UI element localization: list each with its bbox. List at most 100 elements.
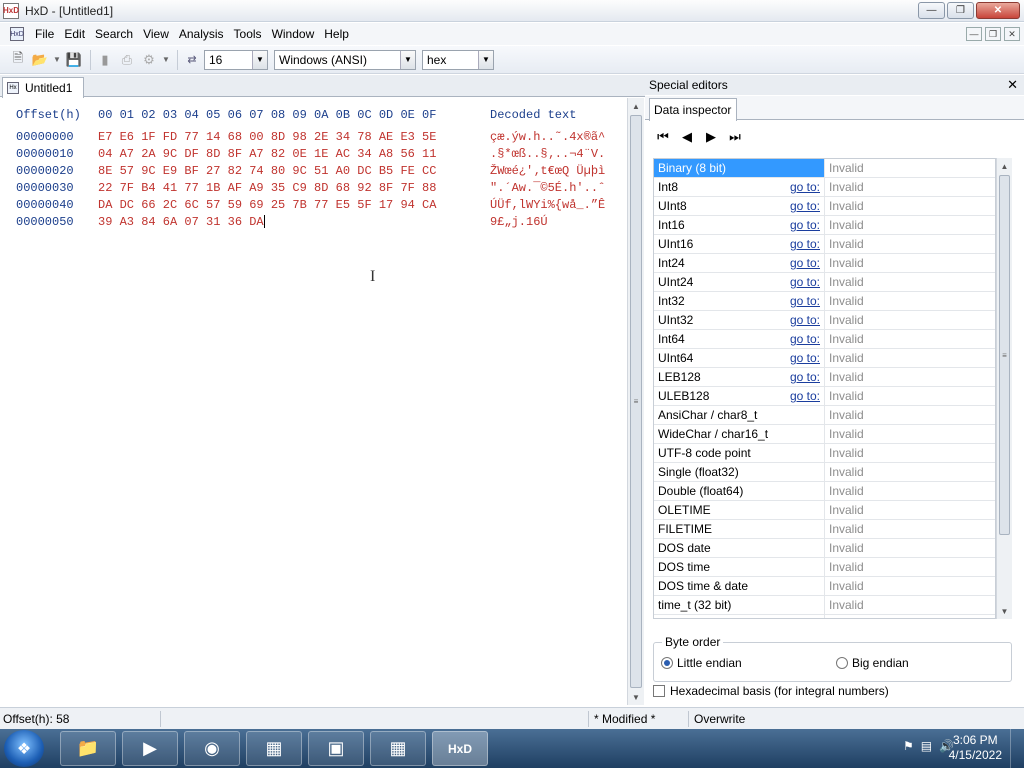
inspector-row[interactable]: AnsiChar / char8_t Invalid	[654, 406, 995, 425]
open-dropdown-icon[interactable]: ▼	[52, 50, 62, 70]
hex-row[interactable]: 00000000 E7 E6 1F FD 77 14 68 00 8D 98 2E…	[16, 130, 605, 144]
inspector-row[interactable]: Int24 go to: Invalid	[654, 254, 995, 273]
inspector-row-value[interactable]: Invalid	[825, 387, 864, 405]
row-text[interactable]: ".´Aw.¯©5É.h'..ˆ	[490, 181, 605, 195]
inspector-row-value[interactable]: Invalid	[825, 254, 864, 272]
clock[interactable]: 3:06 PM 4/15/2022	[949, 733, 1002, 763]
row-bytes[interactable]: 04 A7 2A 9C DF 8D 8F A7 82 0E 1E AC 34 A…	[98, 147, 436, 161]
hex-row[interactable]: 00000030 22 7F B4 41 77 1B AF A9 35 C9 8D…	[16, 181, 605, 195]
inspector-row[interactable]: DOS date Invalid	[654, 539, 995, 558]
next-icon[interactable]: ▶	[703, 129, 719, 145]
menu-view[interactable]: View	[138, 23, 174, 45]
goto-link[interactable]: go to:	[790, 273, 820, 291]
row-bytes[interactable]: 39 A3 84 6A 07 31 36 DA	[98, 215, 265, 229]
inspector-row-value[interactable]: Invalid	[825, 425, 864, 443]
inspector-row[interactable]: UInt24 go to: Invalid	[654, 273, 995, 292]
inspector-row-value[interactable]: Invalid	[825, 444, 864, 462]
inspector-row[interactable]: UInt8 go to: Invalid	[654, 197, 995, 216]
bytes-per-row-select[interactable]: 16 ▼	[204, 49, 268, 70]
inspector-row[interactable]: DOS time Invalid	[654, 558, 995, 577]
inspector-row-value[interactable]: Invalid	[825, 406, 864, 424]
scroll-up-icon[interactable]: ▲	[628, 98, 644, 114]
hex-row[interactable]: 00000050 39 A3 84 6A 07 31 36 DA 9£„j.16Ú	[16, 215, 548, 229]
minimize-button[interactable]: —	[918, 2, 945, 19]
mdi-minimize-button[interactable]: —	[966, 27, 982, 41]
hex-row[interactable]: 00000010 04 A7 2A 9C DF 8D 8F A7 82 0E 1E…	[16, 147, 605, 161]
inspector-row[interactable]: time_t (64 bit) Invalid	[654, 615, 995, 618]
close-button[interactable]: ✕	[976, 2, 1020, 19]
menu-search[interactable]: Search	[90, 23, 138, 45]
inspector-row[interactable]: UInt16 go to: Invalid	[654, 235, 995, 254]
previous-icon[interactable]: ◀	[679, 129, 695, 145]
inspector-row[interactable]: Int64 go to: Invalid	[654, 330, 995, 349]
goto-link[interactable]: go to:	[790, 387, 820, 405]
status-mode[interactable]: Overwrite	[694, 712, 745, 726]
mdi-close-button[interactable]: ✕	[1004, 27, 1020, 41]
inspector-row[interactable]: Double (float64) Invalid	[654, 482, 995, 501]
inspector-row-value[interactable]: Invalid	[825, 577, 864, 595]
inspector-row-value[interactable]: Invalid	[825, 235, 864, 253]
row-bytes[interactable]: 22 7F B4 41 77 1B AF A9 35 C9 8D 68 92 8…	[98, 181, 436, 195]
inspector-row-value[interactable]: Invalid	[825, 178, 864, 196]
inspector-row-value[interactable]: Invalid	[825, 615, 864, 618]
inspector-row-value[interactable]: Invalid	[825, 216, 864, 234]
inspector-row[interactable]: ULEB128 go to: Invalid	[654, 387, 995, 406]
inspector-row[interactable]: Binary (8 bit) Invalid	[654, 159, 995, 178]
inspector-row[interactable]: time_t (32 bit) Invalid	[654, 596, 995, 615]
print-icon[interactable]: ⎙	[117, 50, 137, 70]
first-icon[interactable]: ⏮	[655, 129, 671, 145]
network-icon[interactable]: ▤	[921, 739, 932, 753]
row-text[interactable]: 9£„j.16Ú	[490, 215, 548, 229]
row-bytes[interactable]: E7 E6 1F FD 77 14 68 00 8D 98 2E 34 78 A…	[98, 130, 436, 144]
hex-editor[interactable]: Offset(h) 00 01 02 03 04 05 06 07 08 09 0…	[0, 98, 627, 705]
charset-select[interactable]: Windows (ANSI) ▼	[274, 49, 416, 70]
goto-link[interactable]: go to:	[790, 349, 820, 367]
hex-vertical-scrollbar[interactable]: ▲ ≡ ▼	[627, 98, 644, 705]
inspector-row[interactable]: FILETIME Invalid	[654, 520, 995, 539]
open-file-icon[interactable]: 📂	[30, 50, 50, 70]
inspector-row[interactable]: UInt64 go to: Invalid	[654, 349, 995, 368]
inspector-row[interactable]: Int16 go to: Invalid	[654, 216, 995, 235]
properties-icon[interactable]: ⚙	[139, 50, 159, 70]
inspector-row-value[interactable]: Invalid	[825, 311, 864, 329]
goto-link[interactable]: go to:	[790, 235, 820, 253]
data-inspector-grid[interactable]: Binary (8 bit) Invalid Int8 go to: Invalid UI…	[653, 158, 996, 619]
row-text[interactable]: ÚÜf,lWYi%{wå_.”Ê	[490, 198, 605, 212]
inspector-row-value[interactable]: Invalid	[825, 368, 864, 386]
chevron-down-icon[interactable]: ▼	[400, 50, 415, 69]
display-mode-select[interactable]: hex ▼	[422, 49, 494, 70]
goto-link[interactable]: go to:	[790, 178, 820, 196]
flag-icon[interactable]: ⚑	[903, 739, 914, 753]
start-button[interactable]: ❖	[4, 730, 44, 767]
menu-tools[interactable]: Tools	[229, 23, 267, 45]
goto-link[interactable]: go to:	[790, 330, 820, 348]
row-bytes[interactable]: 8E 57 9C E9 BF 27 82 74 80 9C 51 A0 DC B…	[98, 164, 436, 178]
explorer-taskbar-icon[interactable]: 📁	[60, 731, 116, 766]
menu-help[interactable]: Help	[319, 23, 354, 45]
inspector-row-value[interactable]: Invalid	[825, 501, 864, 519]
goto-link[interactable]: go to:	[790, 197, 820, 215]
inspector-row-value[interactable]: Invalid	[825, 539, 864, 557]
scroll-up-icon[interactable]: ▲	[997, 158, 1012, 174]
row-text[interactable]: .§*œß..§‚..¬4¨V.	[490, 147, 605, 161]
hex-row[interactable]: 00000020 8E 57 9C E9 BF 27 82 74 80 9C 51…	[16, 164, 605, 178]
row-text[interactable]: çæ.ýw.h..˜.4x®ã^	[490, 130, 605, 144]
last-icon[interactable]: ⏭	[727, 129, 743, 145]
inspector-row-value[interactable]: Invalid	[825, 292, 864, 310]
inspector-row-value[interactable]: Invalid	[825, 482, 864, 500]
tab-data-inspector[interactable]: Data inspector	[649, 98, 737, 121]
scroll-down-icon[interactable]: ▼	[997, 603, 1012, 619]
app-taskbar-icon[interactable]: ▦	[246, 731, 302, 766]
properties-dropdown-icon[interactable]: ▼	[161, 50, 171, 70]
inspector-row[interactable]: DOS time & date Invalid	[654, 577, 995, 596]
inspector-row[interactable]: Int8 go to: Invalid	[654, 178, 995, 197]
hxd-taskbar-icon[interactable]: HxD	[432, 731, 488, 766]
inspector-row-value[interactable]: Invalid	[825, 197, 864, 215]
row-text[interactable]: ŽWœé¿'‚t€œQ Üµþì	[490, 164, 605, 178]
inspector-row[interactable]: UInt32 go to: Invalid	[654, 311, 995, 330]
save-icon[interactable]: 💾	[64, 50, 84, 70]
goto-link[interactable]: go to:	[790, 254, 820, 272]
close-file-icon[interactable]: ▮	[95, 50, 115, 70]
chevron-down-icon[interactable]: ▼	[478, 50, 493, 69]
inspector-row[interactable]: UTF-8 code point Invalid	[654, 444, 995, 463]
